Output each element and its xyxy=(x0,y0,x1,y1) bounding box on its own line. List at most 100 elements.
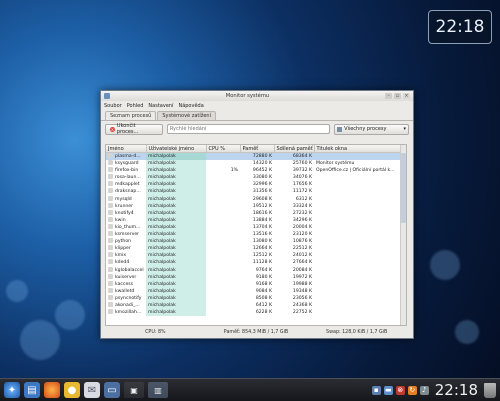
wallpaper-bokeh xyxy=(6,280,28,302)
tab-process-list[interactable]: Seznam procesů xyxy=(105,111,157,120)
process-cpu: 1% xyxy=(206,167,240,174)
process-memory-text: 13704 K xyxy=(252,224,272,230)
table-row[interactable]: kglobalaccel michalpolak 9764 K 20084 K xyxy=(106,266,402,274)
process-icon xyxy=(108,174,113,180)
process-user-text: michalpolak xyxy=(148,232,176,238)
table-row[interactable]: plasma-d... michalpolak 72880 K 68364 K xyxy=(106,152,402,161)
network-icon[interactable]: ⊗ xyxy=(395,385,405,395)
column-shared-memory[interactable]: Sdílená paměť xyxy=(274,145,315,153)
process-user: michalpolak xyxy=(146,280,206,288)
window-titlebar[interactable]: Monitor systému – ▫ × xyxy=(101,91,413,101)
files-icon[interactable]: ▤ xyxy=(24,382,40,398)
table-row[interactable]: psyncnotify michalpolak 8508 K 23056 K xyxy=(106,294,402,302)
table-row[interactable]: mysqld michalpolak 29608 K 6312 K xyxy=(106,195,402,203)
process-window-title-text: OpenOffice.cz | Oficiální portál k... xyxy=(316,168,395,174)
table-row[interactable]: mdkapplet michalpolak 32996 K 17656 K xyxy=(106,181,402,189)
process-memory-text: 9764 K xyxy=(255,267,272,273)
process-name-text: python xyxy=(115,239,132,245)
process-window-title xyxy=(314,245,402,252)
menu-view[interactable]: Pohled xyxy=(127,103,144,109)
process-memory: 29608 K xyxy=(240,196,274,203)
table-row[interactable]: kwalletd michalpolak 9084 K 19348 K xyxy=(106,287,402,295)
column-window-title[interactable]: Titulek okna xyxy=(314,145,403,153)
process-window-title xyxy=(314,224,402,231)
process-window-title xyxy=(314,238,402,245)
table-scrollbar[interactable] xyxy=(400,145,406,325)
process-user-text: michalpolak xyxy=(148,203,176,209)
column-memory[interactable]: Paměť xyxy=(240,145,275,153)
process-memory-text: 33080 K xyxy=(252,175,272,181)
process-name: knotify4 xyxy=(106,209,146,217)
search-input[interactable] xyxy=(169,126,328,132)
folder-icon[interactable]: ▬ xyxy=(383,385,393,395)
process-shared-memory: 68364 K xyxy=(274,152,314,161)
taskbar-clock[interactable]: 22:18 xyxy=(435,381,478,399)
table-row[interactable]: rosa-laun... michalpolak 33080 K 34076 K xyxy=(106,174,402,182)
status-bar: CPU: 8% Paměť: 854,3 MiB / 1,7 GiB Swap:… xyxy=(105,328,407,336)
table-row[interactable]: ksysguard michalpolak 14320 K 25760 K Monito… xyxy=(106,160,402,168)
rosa-menu-icon[interactable]: ✦ xyxy=(4,382,20,398)
table-row[interactable]: kmix michalpolak 12512 K 24012 K xyxy=(106,252,402,260)
kill-process-button[interactable]: × Ukončit proces... xyxy=(105,123,163,135)
menu-help[interactable]: Nápověda xyxy=(178,103,203,109)
close-icon[interactable]: × xyxy=(403,93,410,99)
column-name[interactable]: Jméno xyxy=(106,145,147,153)
tab-system-load[interactable]: Systémové zatížení xyxy=(157,111,216,120)
devices-icon[interactable]: ▪ xyxy=(371,385,381,395)
column-user[interactable]: Uživatelské jméno xyxy=(146,145,207,153)
table-row[interactable]: kded4 michalpolak 11128 K 27664 K xyxy=(106,259,402,267)
table-row[interactable]: knotify4 michalpolak 18616 K 27232 K xyxy=(106,209,402,217)
process-icon xyxy=(108,153,113,158)
table-row[interactable]: kmozillah... michalpolak 6228 K 22752 K xyxy=(106,309,402,317)
trash-icon[interactable] xyxy=(484,382,496,398)
process-filter-select[interactable]: Všechny procesy ▾ xyxy=(334,123,409,135)
process-name: kmix xyxy=(106,252,146,259)
table-row[interactable]: kwin michalpolak 13884 K 34296 K xyxy=(106,216,402,224)
table-row[interactable]: kaccess michalpolak 9168 K 19988 K xyxy=(106,280,402,288)
terminal-icon[interactable]: ▣ xyxy=(124,382,144,398)
table-row[interactable]: klipper michalpolak 12664 K 22512 K xyxy=(106,245,402,253)
menu-settings[interactable]: Nastavení xyxy=(148,103,173,109)
monitor-icon[interactable]: ▥ xyxy=(148,382,168,398)
update-icon[interactable]: ↻ xyxy=(407,385,417,395)
table-row[interactable]: firefox-bin michalpolak 1% 96452 K 39732 K Op… xyxy=(106,167,402,175)
minimize-icon[interactable]: – xyxy=(385,93,392,99)
mail-icon[interactable]: ✉ xyxy=(84,382,100,398)
table-row[interactable]: draksnap... michalpolak 31356 K 11172 K xyxy=(106,188,402,196)
process-name-text: akonadi_... xyxy=(115,302,140,308)
firefox-icon[interactable] xyxy=(44,382,60,398)
table-row[interactable]: ksmserver michalpolak 13516 K 23120 K xyxy=(106,231,402,239)
desktop-icon[interactable]: ▭ xyxy=(104,382,120,398)
process-name: kded4 xyxy=(106,259,146,266)
volume-icon[interactable]: ♪ xyxy=(419,385,429,395)
process-memory-text: 11128 K xyxy=(252,260,272,266)
scrollbar-thumb[interactable] xyxy=(401,153,406,223)
process-memory-text: 31356 K xyxy=(252,189,272,195)
process-window-title xyxy=(314,188,402,195)
table-row[interactable]: kio_thum... michalpolak 13704 K 20004 K xyxy=(106,223,402,232)
table-row[interactable]: kuiserver michalpolak 9180 K 19972 K xyxy=(106,273,402,281)
process-window-title-text: Monitor systému xyxy=(316,161,355,167)
process-name-text: knotify4 xyxy=(115,210,134,216)
quick-search[interactable] xyxy=(166,124,331,134)
process-user: michalpolak xyxy=(146,167,206,175)
chat-icon[interactable]: ● xyxy=(64,382,80,398)
process-shared-memory-text: 24368 K xyxy=(292,302,312,308)
process-memory-text: 96452 K xyxy=(252,168,272,174)
process-cpu-text: 1% xyxy=(230,168,238,174)
process-shared-memory-text: 6312 K xyxy=(295,196,312,202)
maximize-icon[interactable]: ▫ xyxy=(394,93,401,99)
process-icon xyxy=(108,160,113,166)
desktop-clock-widget[interactable]: 22:18 xyxy=(428,10,492,44)
status-swap: Swap: 128,0 KiB / 1,7 GiB xyxy=(326,329,388,335)
process-memory: 9764 K xyxy=(240,267,274,274)
table-row[interactable]: akonadi_... michalpolak 6412 K 24368 K xyxy=(106,301,402,310)
process-name-text: kuiserver xyxy=(115,274,137,280)
process-name: krunner xyxy=(106,202,146,210)
table-row[interactable]: krunner michalpolak 19512 K 33324 K xyxy=(106,202,402,210)
table-row[interactable]: python michalpolak 13080 K 10876 K xyxy=(106,238,402,246)
process-shared-memory-text: 19348 K xyxy=(292,288,312,294)
process-icon xyxy=(108,266,113,272)
menu-file[interactable]: Soubor xyxy=(104,103,122,109)
column-cpu[interactable]: CPU % xyxy=(206,145,241,153)
